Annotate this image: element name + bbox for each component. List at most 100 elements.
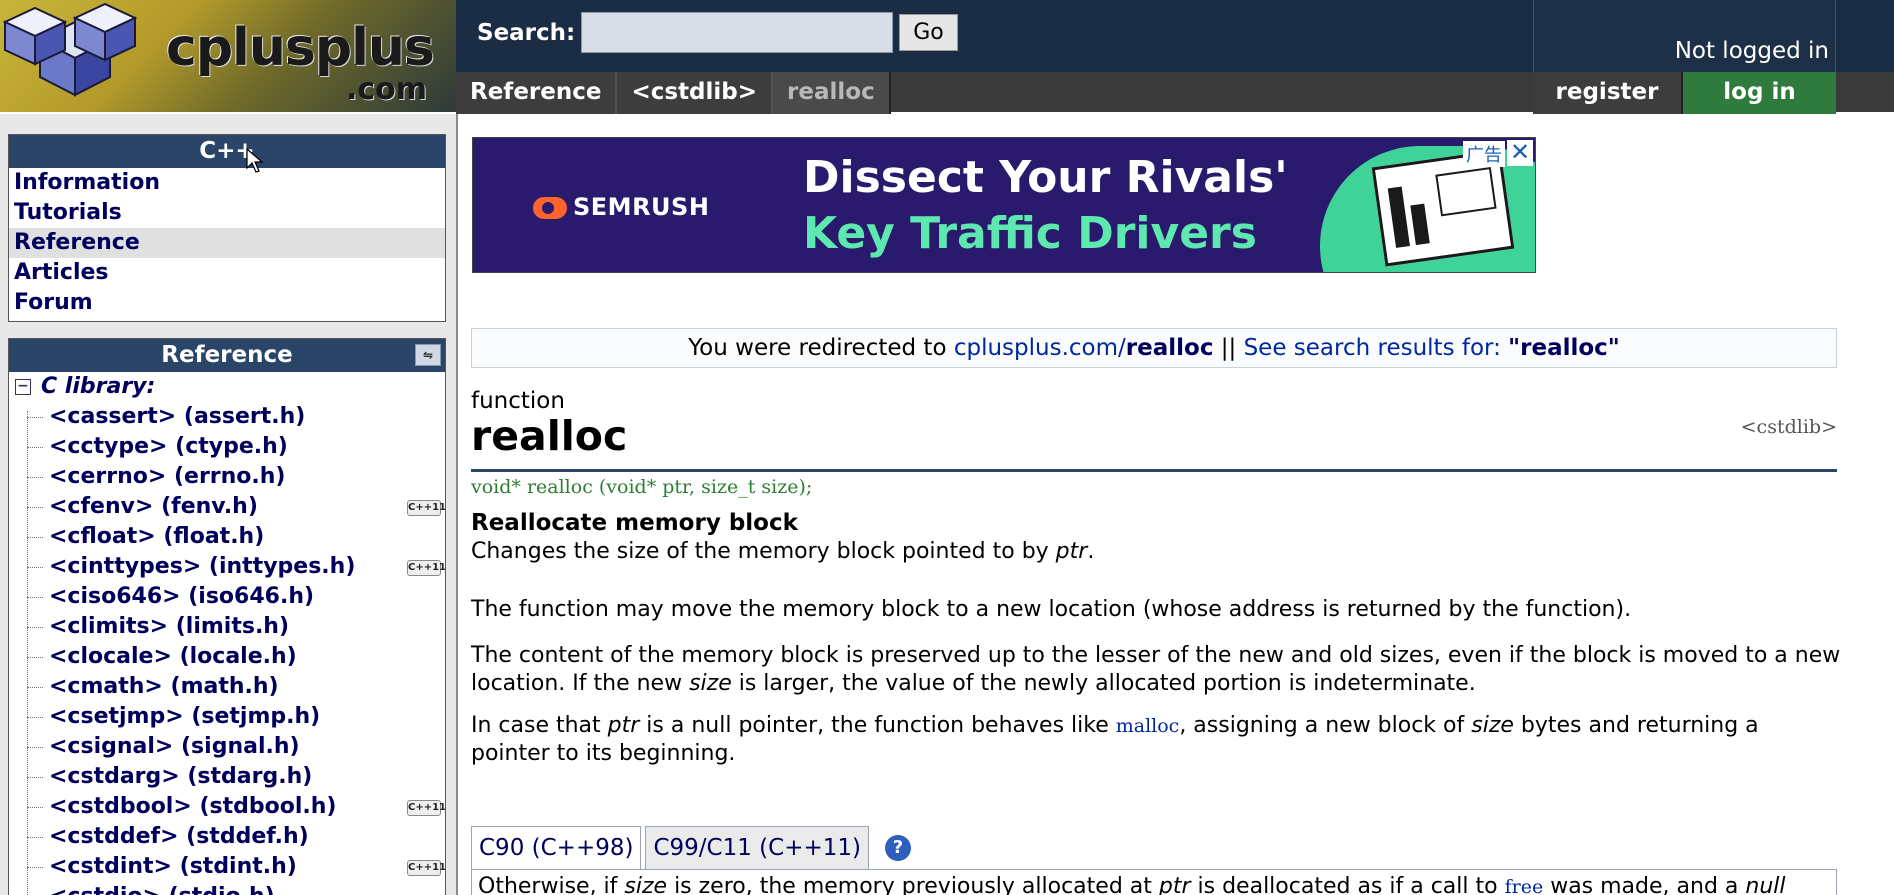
library-item-label: <cfenv> (fenv.h) <box>49 494 258 519</box>
panel-param-size: size <box>624 874 668 895</box>
library-item[interactable]: <csetjmp> (setjmp.h) <box>9 702 445 732</box>
free-link[interactable]: free <box>1505 876 1544 895</box>
semrush-flame-icon <box>533 197 567 219</box>
login-status-text: Not logged in <box>1674 38 1829 64</box>
panel-text-c: is zero, the memory previously allocated… <box>667 874 1159 895</box>
p1-end: . <box>1087 539 1095 564</box>
search-results-link[interactable]: See search results for: "realloc" <box>1244 335 1620 361</box>
search-results-text: See search results for: <box>1243 335 1509 361</box>
panel-text-a: Otherwise, if <box>478 874 625 895</box>
library-item-label: <cstdarg> (stdarg.h) <box>49 764 313 789</box>
login-button[interactable]: log in <box>1683 72 1836 114</box>
site-header: cplusplus .com Search: Go Reference <cst… <box>0 0 1894 114</box>
register-button[interactable]: register <box>1533 72 1683 114</box>
logo-wordmark: cplusplus <box>166 18 435 78</box>
book-icon[interactable]: ⇋ <box>415 344 441 366</box>
breadcrumb-reference[interactable]: Reference <box>456 72 618 114</box>
library-item-label: <csignal> (signal.h) <box>49 734 300 759</box>
c-library-node[interactable]: − C library: <box>9 372 445 402</box>
panel-text-e: is deallocated as if a call to <box>1190 874 1505 895</box>
breadcrumb-cstdlib[interactable]: <cstdlib> <box>617 72 774 114</box>
version-tabs: C90 (C++98) C99/C11 (C++11) ? <box>471 826 911 870</box>
tab-c90[interactable]: C90 (C++98) <box>471 826 642 870</box>
function-kind: function <box>471 388 565 414</box>
cpp11-badge-icon: C++11 <box>407 560 445 576</box>
library-item-label: <cstddef> (stddef.h) <box>49 824 309 849</box>
library-item[interactable]: <cctype> (ctype.h) <box>9 432 445 462</box>
ad-monitor-graphic <box>1371 149 1515 267</box>
c-library-label: C library: <box>41 374 156 399</box>
reference-tree-box: Reference ⇋ − C library: <cassert> (asser… <box>8 338 446 895</box>
library-item[interactable]: <cstdarg> (stdarg.h) <box>9 762 445 792</box>
breadcrumb: Reference <cstdlib> realloc <box>456 72 891 114</box>
paragraph-1: Changes the size of the memory block poi… <box>471 538 1841 566</box>
library-item[interactable]: <cstdint> (stdint.h) C++11 <box>9 852 445 882</box>
main-content: SEMRUSH Dissect Your Rivals' Key Traffic… <box>460 114 1894 895</box>
short-description: Reallocate memory block <box>471 510 798 536</box>
page-title: realloc <box>471 412 628 460</box>
cpp-nav-box: C++ Information Tutorials Reference Arti… <box>8 134 446 322</box>
redirect-prefix: You were redirected to <box>688 335 954 361</box>
panel-param-ptr: ptr <box>1158 874 1191 895</box>
site-logo[interactable]: cplusplus .com <box>0 0 456 112</box>
p3-end: is larger, the value of the newly alloca… <box>731 671 1476 696</box>
help-icon[interactable]: ? <box>884 835 911 861</box>
nav-item-reference[interactable]: Reference <box>9 228 445 258</box>
logo-cubes-icon <box>2 2 138 97</box>
logo-domain: .com <box>346 72 428 107</box>
redirect-site: cplusplus.com/ <box>953 335 1126 361</box>
panel-text-g: was made, and a <box>1543 874 1746 895</box>
nav-item-tutorials[interactable]: Tutorials <box>9 198 445 228</box>
nav-item-forum[interactable]: Forum <box>9 288 445 318</box>
library-item-label: <cfloat> (float.h) <box>49 524 265 549</box>
go-button[interactable]: Go <box>899 14 958 51</box>
p4-param-size: size <box>1471 713 1514 738</box>
p1-param-ptr: ptr <box>1055 539 1088 564</box>
library-item[interactable]: <cerrno> (errno.h) <box>9 462 445 492</box>
search-input[interactable] <box>581 12 893 53</box>
p4-text-a: In case that <box>471 713 608 738</box>
library-item[interactable]: <cstdio> (stdio.h) <box>9 882 445 895</box>
library-item-label: <ciso646> (iso646.h) <box>49 584 315 609</box>
library-item[interactable]: <cfenv> (fenv.h) C++11 <box>9 492 445 522</box>
ad-label[interactable]: 广告 <box>1463 141 1505 167</box>
library-item-label: <cstdio> (stdio.h) <box>49 884 275 895</box>
paragraph-3: The content of the memory block is prese… <box>471 642 1841 698</box>
left-sidebar: C++ Information Tutorials Reference Arti… <box>0 114 458 895</box>
library-list: <cassert> (assert.h) <cctype> (ctype.h) <c… <box>9 402 445 895</box>
library-item[interactable]: <csignal> (signal.h) <box>9 732 445 762</box>
library-item-label: <clocale> (locale.h) <box>49 644 297 669</box>
p1-text: Changes the size of the memory block poi… <box>471 539 1056 564</box>
search-label: Search: <box>477 20 576 46</box>
paragraph-2: The function may move the memory block t… <box>471 597 1632 622</box>
malloc-link[interactable]: malloc <box>1116 715 1180 737</box>
ad-bar-chart-icon <box>1387 166 1497 248</box>
redirect-separator: || <box>1213 335 1244 361</box>
library-item[interactable]: <clocale> (locale.h) <box>9 642 445 672</box>
redirect-link[interactable]: cplusplus.com/realloc <box>954 335 1214 361</box>
nav-item-information[interactable]: Information <box>9 168 445 198</box>
library-item-label: <cstdbool> (stdbool.h) <box>49 794 337 819</box>
tab-c99[interactable]: C99/C11 (C++11) <box>645 826 869 870</box>
paragraph-4: In case that ptr is a null pointer, the … <box>471 712 1841 768</box>
library-item-label: <cmath> (math.h) <box>49 674 279 699</box>
close-icon[interactable]: ✕ <box>1507 140 1533 166</box>
cpp-nav-title[interactable]: C++ <box>9 135 445 168</box>
nav-item-articles[interactable]: Articles <box>9 258 445 288</box>
library-item[interactable]: <cfloat> (float.h) <box>9 522 445 552</box>
p4-text-c: is a null pointer, the function behaves … <box>639 713 1116 738</box>
library-item-label: <cinttypes> (inttypes.h) <box>49 554 356 579</box>
collapse-toggle-icon[interactable]: − <box>15 379 31 395</box>
user-status-box: Not logged in <box>1533 0 1836 72</box>
library-item[interactable]: <cstddef> (stddef.h) <box>9 822 445 852</box>
library-item[interactable]: <ciso646> (iso646.h) <box>9 582 445 612</box>
library-item[interactable]: <cinttypes> (inttypes.h) C++11 <box>9 552 445 582</box>
library-item[interactable]: <cstdbool> (stdbool.h) C++11 <box>9 792 445 822</box>
mouse-cursor-icon <box>246 148 264 173</box>
header-file-label[interactable]: <cstdlib> <box>1741 416 1837 438</box>
library-item[interactable]: <climits> (limits.h) <box>9 612 445 642</box>
ad-banner[interactable]: SEMRUSH Dissect Your Rivals' Key Traffic… <box>472 137 1536 273</box>
library-item[interactable]: <cassert> (assert.h) <box>9 402 445 432</box>
library-item[interactable]: <cmath> (math.h) <box>9 672 445 702</box>
cpp11-badge-icon: C++11 <box>407 500 445 516</box>
